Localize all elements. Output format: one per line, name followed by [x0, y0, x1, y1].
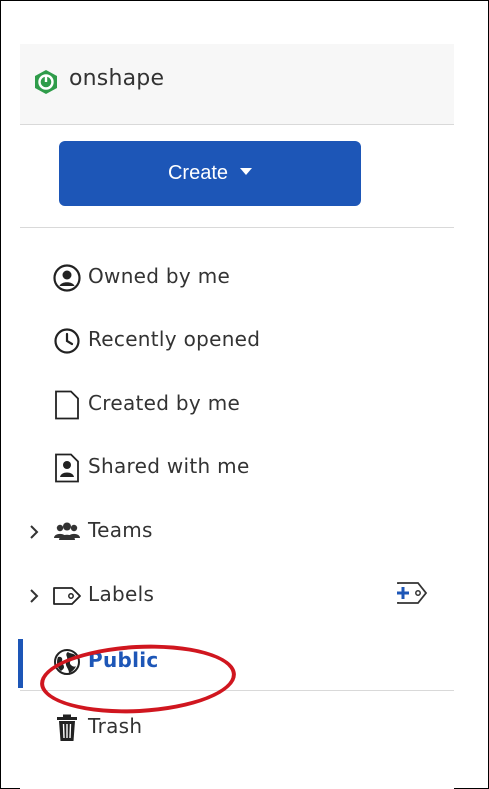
nav-item-teams[interactable]: Teams — [20, 504, 454, 560]
shared-user-icon — [52, 453, 82, 483]
nav-item-label: Recently opened — [88, 327, 261, 351]
nav-item-label: Created by me — [88, 391, 241, 415]
sidebar: onshape Create Owned by me Recently open… — [18, 44, 454, 789]
chevron-right-icon[interactable] — [26, 520, 42, 544]
clock-icon — [52, 326, 82, 356]
nav-item-label: Teams — [88, 518, 153, 542]
sidebar-header: onshape — [20, 44, 454, 125]
caret-down-icon — [240, 168, 253, 175]
create-button-label: Create — [167, 162, 229, 184]
trash-icon — [52, 713, 82, 743]
nav-item-labels[interactable]: Labels — [20, 568, 454, 624]
nav-item-label: Owned by me — [88, 264, 231, 288]
nav-item-shared-with-me[interactable]: Shared with me — [20, 440, 454, 496]
team-icon — [52, 517, 82, 547]
chevron-right-icon[interactable] — [26, 584, 42, 608]
divider — [20, 227, 454, 228]
document-icon — [52, 390, 82, 420]
create-button[interactable]: Create — [59, 141, 361, 206]
nav-item-owned-by-me[interactable]: Owned by me — [20, 250, 454, 306]
brand-name: onshape — [69, 66, 165, 91]
add-label-icon[interactable] — [392, 578, 432, 608]
tag-icon — [52, 581, 82, 611]
nav-item-label: Labels — [88, 582, 155, 606]
nav-item-created-by-me[interactable]: Created by me — [20, 377, 454, 433]
user-circle-icon — [52, 263, 82, 293]
onshape-logo-icon — [35, 70, 57, 94]
nav-item-label: Trash — [88, 714, 143, 738]
nav-item-recently-opened[interactable]: Recently opened — [20, 313, 454, 369]
nav-item-label: Shared with me — [88, 454, 250, 478]
